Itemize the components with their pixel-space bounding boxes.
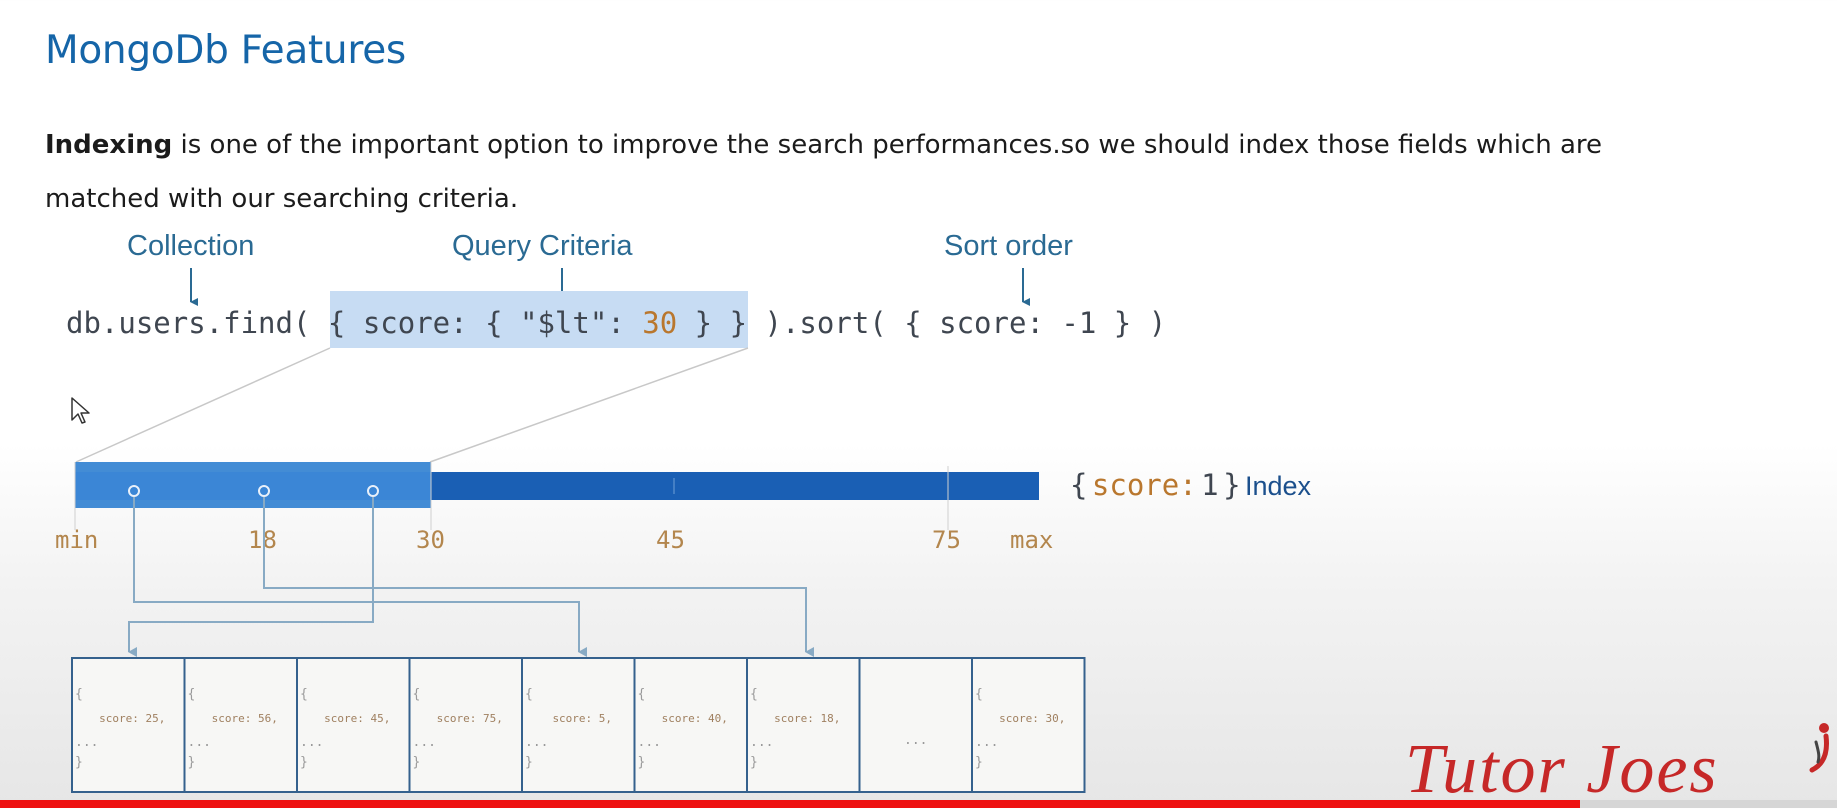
tick-label-18: 18 [248,526,277,554]
video-progress-bar[interactable] [0,800,1837,808]
document-brace: ... [75,735,98,750]
document-brace: { [413,687,421,702]
document-field: score: 40, [662,712,728,725]
projection-line-right [429,347,749,463]
index-label: { score: 1 } Index [1070,468,1312,502]
document-field: score: 25, [99,712,165,725]
document-brace: ... [525,735,548,750]
document-brace: } [750,755,758,770]
tick-label-max: max [1010,526,1053,554]
tutor-joes-watermark: Tutor Joes [1405,731,1719,808]
callout-collection: Collection [127,230,254,262]
document-field: score: 45, [324,712,390,725]
document-brace: { [975,687,983,702]
document-brace: } [75,755,83,770]
collection-documents: {...} score: 25, {...} score: 56, {...} score… [71,657,1086,793]
document-field: score: 56, [212,712,278,725]
document-brace: } [413,755,421,770]
document-field: ... [904,733,927,748]
video-progress-fill [0,800,1580,808]
mouse-pointer-icon [71,397,90,424]
document-brace: ... [188,735,211,750]
tick-label-75: 75 [932,526,961,554]
document-brace: { [75,687,83,702]
document-box: {...} score: 25, [71,657,186,793]
tick-label-min: min [55,526,98,554]
callout-query-criteria: Query Criteria [452,230,633,262]
document-brace: { [750,687,758,702]
document-brace: } [638,755,646,770]
document-box: {...} score: 40, [633,657,748,793]
document-brace: } [300,755,308,770]
index-pointer-to-doc-5 [133,497,587,657]
document-field: score: 18, [774,712,840,725]
document-brace: { [525,687,533,702]
index-pointer-to-doc-1 [128,497,374,657]
document-brace: { [300,687,308,702]
document-brace: ... [975,735,998,750]
index-pointer-to-doc-7 [263,497,814,657]
callout-sort-order: Sort order [944,230,1073,262]
document-box: {...} score: 5, [521,657,636,793]
tick-label-45: 45 [656,526,685,554]
document-field: score: 5, [552,712,612,725]
document-brace: } [525,755,533,770]
document-brace: ... [750,735,773,750]
index-range-bar [75,472,431,500]
document-brace: ... [638,735,661,750]
document-brace: } [975,755,983,770]
query-code: db.users.find( { score: { "$lt": 30 } } … [66,306,1166,340]
document-box: {...} score: 45, [296,657,411,793]
document-box: {...} score: 75, [408,657,523,793]
document-brace: } [188,755,196,770]
document-box: {...} score: 56, [183,657,298,793]
index-diagram: Collection Query Criteria Sort order db.… [55,230,1312,793]
document-brace: { [188,687,196,702]
document-box: {...} score: 18, [746,657,861,793]
document-brace: ... [300,735,323,750]
document-brace: { [638,687,646,702]
tick-label-30: 30 [416,526,445,554]
document-box: ... [858,657,973,793]
document-field: score: 30, [999,712,1065,725]
document-brace: ... [413,735,436,750]
tutor-joes-logo-icon [1809,723,1829,773]
projection-line-left [75,347,331,463]
document-field: score: 75, [437,712,503,725]
document-box: {...} score: 30, [971,657,1086,793]
